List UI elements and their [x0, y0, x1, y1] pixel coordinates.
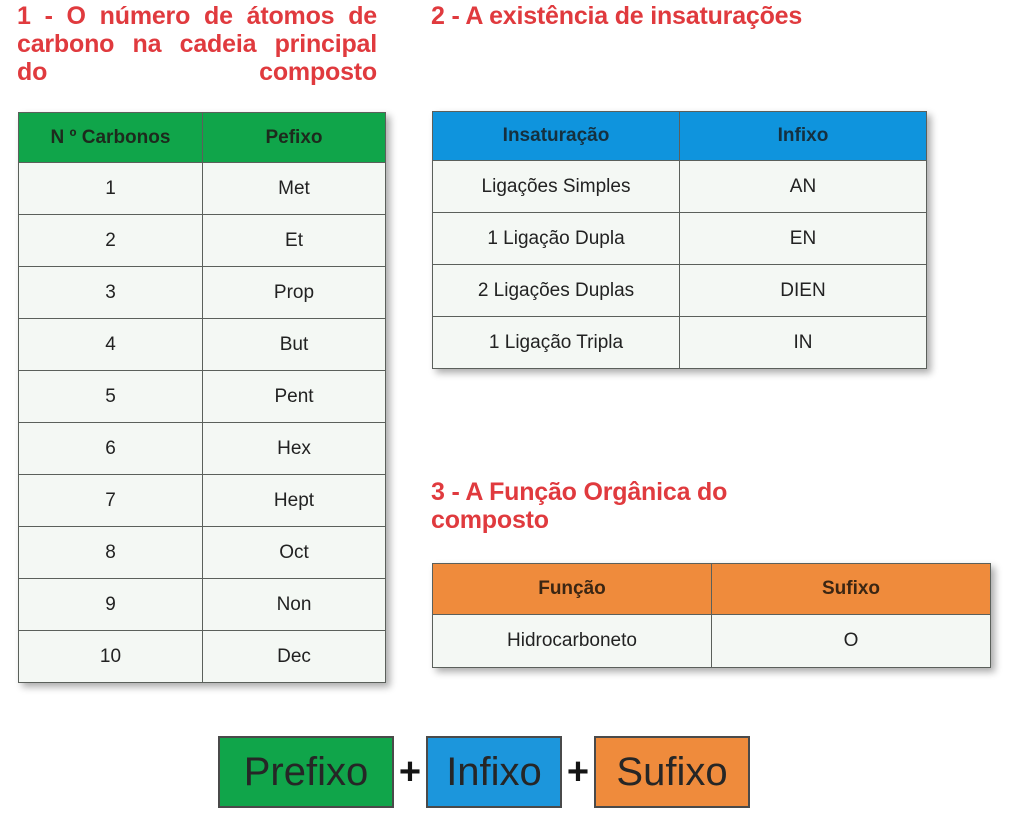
table-header-row: Função Sufixo [432, 563, 991, 615]
table-row: 7 Hept [18, 474, 386, 527]
cell-unsaturation: 1 Ligação Tripla [432, 316, 680, 369]
table-row: 6 Hex [18, 422, 386, 475]
cell-prefix: But [202, 318, 386, 371]
cell-unsaturation: 2 Ligações Duplas [432, 264, 680, 317]
prefix-table: N º Carbonos Pefixo 1 Met 2 Et 3 Prop 4 … [18, 112, 386, 683]
cell-infix: DIEN [679, 264, 927, 317]
table-row: 10 Dec [18, 630, 386, 683]
cell-infix: IN [679, 316, 927, 369]
column-header-carbon-count: N º Carbonos [18, 112, 203, 163]
cell-carbon-count: 1 [18, 162, 203, 215]
section-title-carbons: 1 - O número de átomos de carbono na cad… [17, 2, 377, 86]
cell-function: Hidrocarboneto [432, 614, 712, 668]
formula-infix-box: Infixo [426, 736, 562, 808]
table-row: 1 Met [18, 162, 386, 215]
cell-prefix: Hex [202, 422, 386, 475]
cell-carbon-count: 7 [18, 474, 203, 527]
column-header-prefix: Pefixo [202, 112, 386, 163]
cell-carbon-count: 6 [18, 422, 203, 475]
table-row: 2 Et [18, 214, 386, 267]
table-row: 1 Ligação Tripla IN [432, 316, 927, 369]
nomenclature-formula: Prefixo + Infixo + Sufixo [218, 736, 750, 808]
table-row: 5 Pent [18, 370, 386, 423]
cell-carbon-count: 2 [18, 214, 203, 267]
cell-unsaturation: Ligações Simples [432, 160, 680, 213]
table-row: 1 Ligação Dupla EN [432, 212, 927, 265]
cell-prefix: Hept [202, 474, 386, 527]
column-header-suffix: Sufixo [711, 563, 991, 615]
table-header-row: N º Carbonos Pefixo [18, 112, 386, 163]
cell-prefix: Dec [202, 630, 386, 683]
table-row: 9 Non [18, 578, 386, 631]
cell-infix: AN [679, 160, 927, 213]
cell-carbon-count: 8 [18, 526, 203, 579]
formula-prefix-box: Prefixo [218, 736, 394, 808]
table-row: 4 But [18, 318, 386, 371]
cell-infix: EN [679, 212, 927, 265]
plus-operator-1: + [398, 750, 422, 793]
formula-suffix-box: Sufixo [594, 736, 750, 808]
cell-carbon-count: 3 [18, 266, 203, 319]
cell-prefix: Pent [202, 370, 386, 423]
table-header-row: Insaturação Infixo [432, 111, 927, 161]
cell-unsaturation: 1 Ligação Dupla [432, 212, 680, 265]
cell-prefix: Prop [202, 266, 386, 319]
infix-table: Insaturação Infixo Ligações Simples AN 1… [432, 111, 927, 369]
column-header-function: Função [432, 563, 712, 615]
cell-carbon-count: 5 [18, 370, 203, 423]
cell-suffix: O [711, 614, 991, 668]
cell-prefix: Met [202, 162, 386, 215]
plus-operator-2: + [566, 750, 590, 793]
column-header-unsaturation: Insaturação [432, 111, 680, 161]
table-row: 8 Oct [18, 526, 386, 579]
table-row: Ligações Simples AN [432, 160, 927, 213]
cell-carbon-count: 10 [18, 630, 203, 683]
suffix-table: Função Sufixo Hidrocarboneto O [432, 563, 991, 668]
cell-prefix: Et [202, 214, 386, 267]
cell-prefix: Non [202, 578, 386, 631]
section-title-unsaturations: 2 - A existência de insaturações [431, 2, 803, 30]
table-row: Hidrocarboneto O [432, 614, 991, 668]
table-row: 3 Prop [18, 266, 386, 319]
column-header-infix: Infixo [679, 111, 927, 161]
section-title-organic-function: 3 - A Função Orgânica do composto [431, 478, 728, 534]
cell-prefix: Oct [202, 526, 386, 579]
cell-carbon-count: 9 [18, 578, 203, 631]
cell-carbon-count: 4 [18, 318, 203, 371]
table-row: 2 Ligações Duplas DIEN [432, 264, 927, 317]
